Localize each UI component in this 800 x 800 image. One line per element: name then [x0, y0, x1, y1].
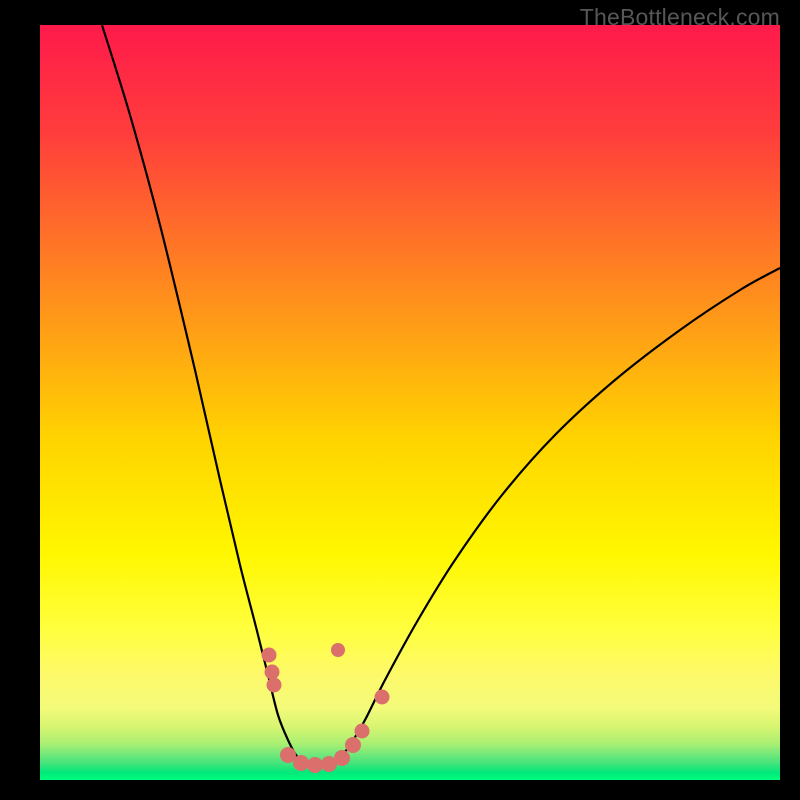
chart-frame: TheBottleneck.com: [0, 0, 800, 800]
marker-dot: [375, 690, 390, 705]
marker-dot: [345, 737, 361, 753]
marker-dot: [267, 678, 282, 693]
left-curve: [102, 25, 310, 765]
marker-dot: [334, 750, 350, 766]
marker-dot: [355, 724, 370, 739]
right-curve: [330, 268, 780, 765]
marker-dot: [262, 648, 277, 663]
marker-dot: [331, 643, 345, 657]
marker-dot: [293, 755, 309, 771]
curves-layer: [40, 25, 780, 780]
marker-dot: [307, 757, 323, 773]
marker-dot: [265, 665, 280, 680]
plot-area: [40, 25, 780, 780]
